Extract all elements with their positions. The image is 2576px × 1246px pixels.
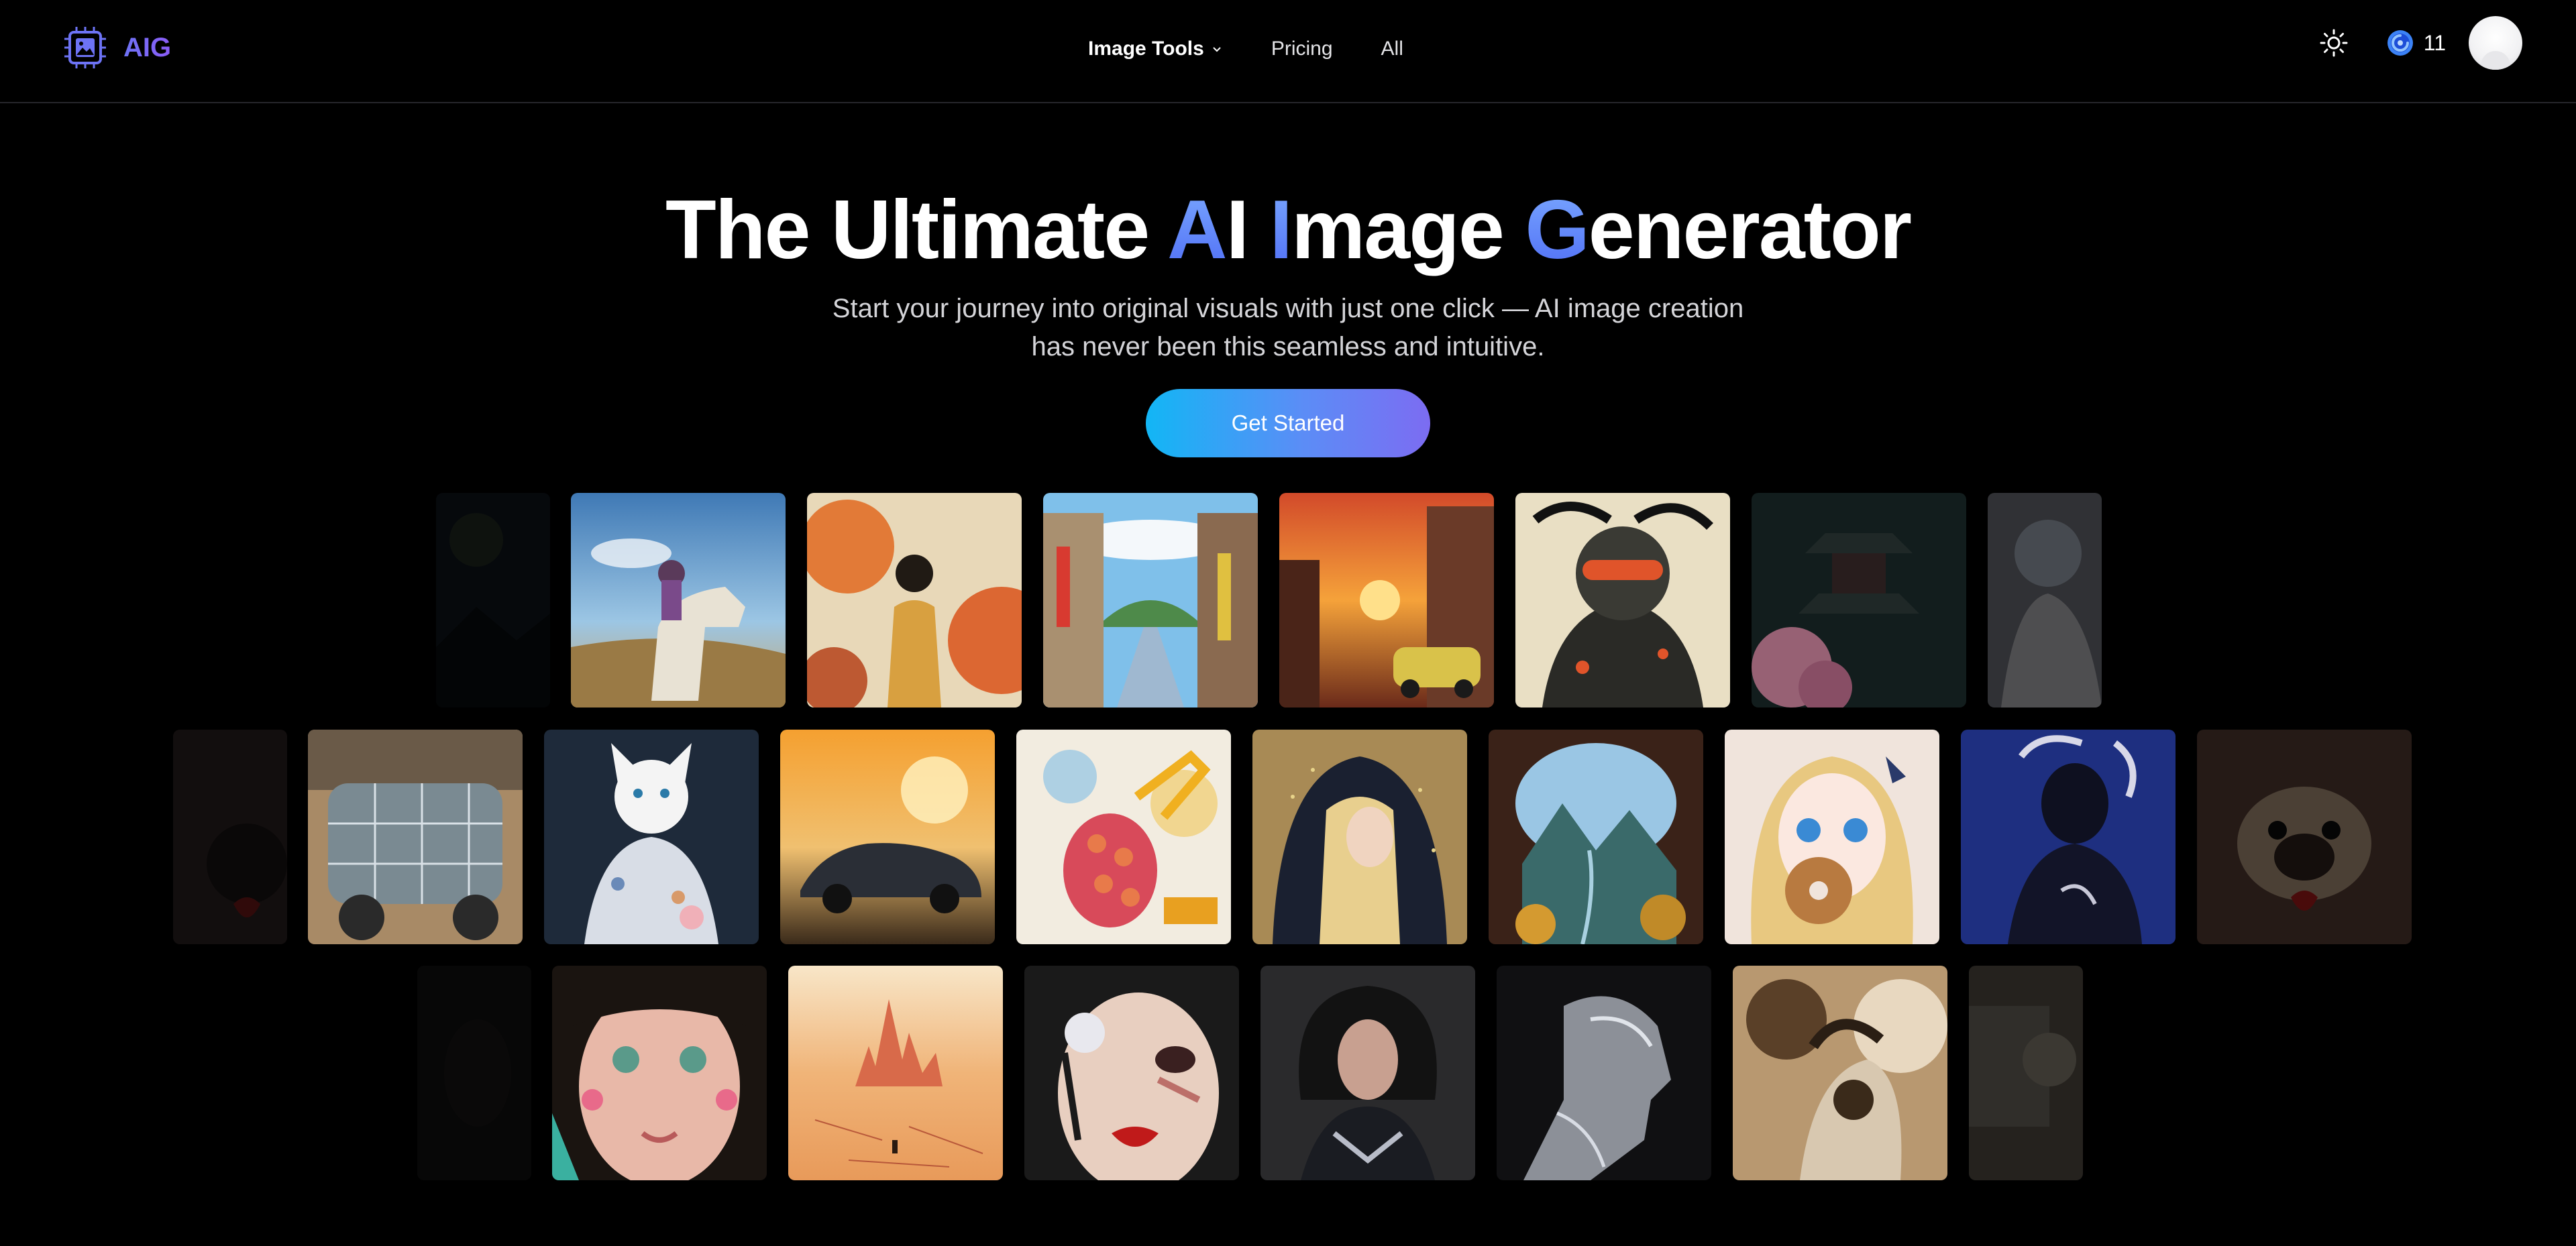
gallery-image-white-cat-kimono[interactable] xyxy=(544,730,759,944)
nav-all-label: All xyxy=(1381,38,1403,60)
gallery-image-pug-heart-left[interactable] xyxy=(173,730,287,944)
credits-count: 11 xyxy=(2423,30,2446,55)
gallery-image-green-eyed-girl[interactable] xyxy=(552,966,767,1180)
get-started-button[interactable]: Get Started xyxy=(1146,389,1430,457)
hero-title-accent: G xyxy=(1525,184,1589,276)
nav-actions: 11 xyxy=(2315,16,2522,70)
gallery-image-pagoda-cherry[interactable] xyxy=(1752,493,1966,707)
gallery-image-cat-in-box[interactable] xyxy=(1969,966,2083,1180)
credit-coin-icon xyxy=(2387,30,2413,56)
nav-image-tools-label: Image Tools xyxy=(1088,38,1204,60)
main-nav: Image Tools Pricing All xyxy=(1088,34,1452,64)
gallery-image-dark-portrait[interactable] xyxy=(417,966,531,1180)
gallery-image-glass-wagon[interactable] xyxy=(308,730,523,944)
chevron-down-icon xyxy=(1213,47,1221,52)
gallery-image-cyber-girl-visor[interactable] xyxy=(1515,493,1730,707)
gallery-image-dark-goddess[interactable] xyxy=(1961,730,2176,944)
hero-subtitle: Start your journey into original visuals… xyxy=(832,294,1744,361)
gallery-image-pearl-eye-face[interactable] xyxy=(1024,966,1239,1180)
hero-title-accent: I xyxy=(1269,184,1292,276)
gallery-image-mountain-cave[interactable] xyxy=(1489,730,1703,944)
theme-toggle-button[interactable] xyxy=(2315,24,2353,62)
gallery-image-blue-hair-girl[interactable] xyxy=(1988,493,2102,707)
gallery-image-dark-warrior-woman[interactable] xyxy=(1260,966,1475,1180)
gallery-image-grape-excavator[interactable] xyxy=(1016,730,1231,944)
hero-title: The Ultimate AI Image Generator xyxy=(0,180,2576,280)
nav-image-tools[interactable]: Image Tools xyxy=(1088,34,1223,64)
gallery-image-sunset-street-car[interactable] xyxy=(1279,493,1494,707)
hero-title-part: I xyxy=(1226,184,1270,276)
gallery-image-pug-heart-right[interactable] xyxy=(2197,730,2412,944)
chip-image-logo-icon xyxy=(64,27,106,68)
brand-name: AIG xyxy=(123,32,172,62)
nav-all[interactable]: All xyxy=(1381,34,1403,64)
credits-indicator[interactable]: 11 xyxy=(2386,29,2446,57)
gallery-image-cowgirl-on-horse[interactable] xyxy=(571,493,786,707)
gallery-image-rocky-figure[interactable] xyxy=(1733,966,1947,1180)
hero-title-part: mage xyxy=(1291,184,1525,276)
gallery-image-desert-castle[interactable] xyxy=(788,966,1003,1180)
nav-pricing[interactable]: Pricing xyxy=(1271,34,1333,64)
hero-title-accent: A xyxy=(1167,184,1228,276)
gallery-image-japanese-street[interactable] xyxy=(1043,493,1258,707)
brand-logo[interactable]: AIG xyxy=(62,24,171,71)
top-navbar: AIG Image Tools Pricing All 11 xyxy=(0,0,2576,103)
user-avatar[interactable] xyxy=(2469,16,2522,70)
gallery-image-hooded-elf[interactable] xyxy=(1252,730,1467,944)
hero-title-part: enerator xyxy=(1588,184,1912,276)
gallery-image-autumn-girl[interactable] xyxy=(807,493,1022,707)
gallery-image-porsche-sunset[interactable] xyxy=(780,730,995,944)
nav-pricing-label: Pricing xyxy=(1271,38,1333,60)
gallery-image-dark-landscape[interactable] xyxy=(436,493,550,707)
hero-title-part: The Ultimate xyxy=(665,184,1168,276)
sun-icon xyxy=(2320,29,2348,57)
gallery-image-silver-bust[interactable] xyxy=(1497,966,1711,1180)
gallery-image-anime-donut-girl[interactable] xyxy=(1725,730,1939,944)
